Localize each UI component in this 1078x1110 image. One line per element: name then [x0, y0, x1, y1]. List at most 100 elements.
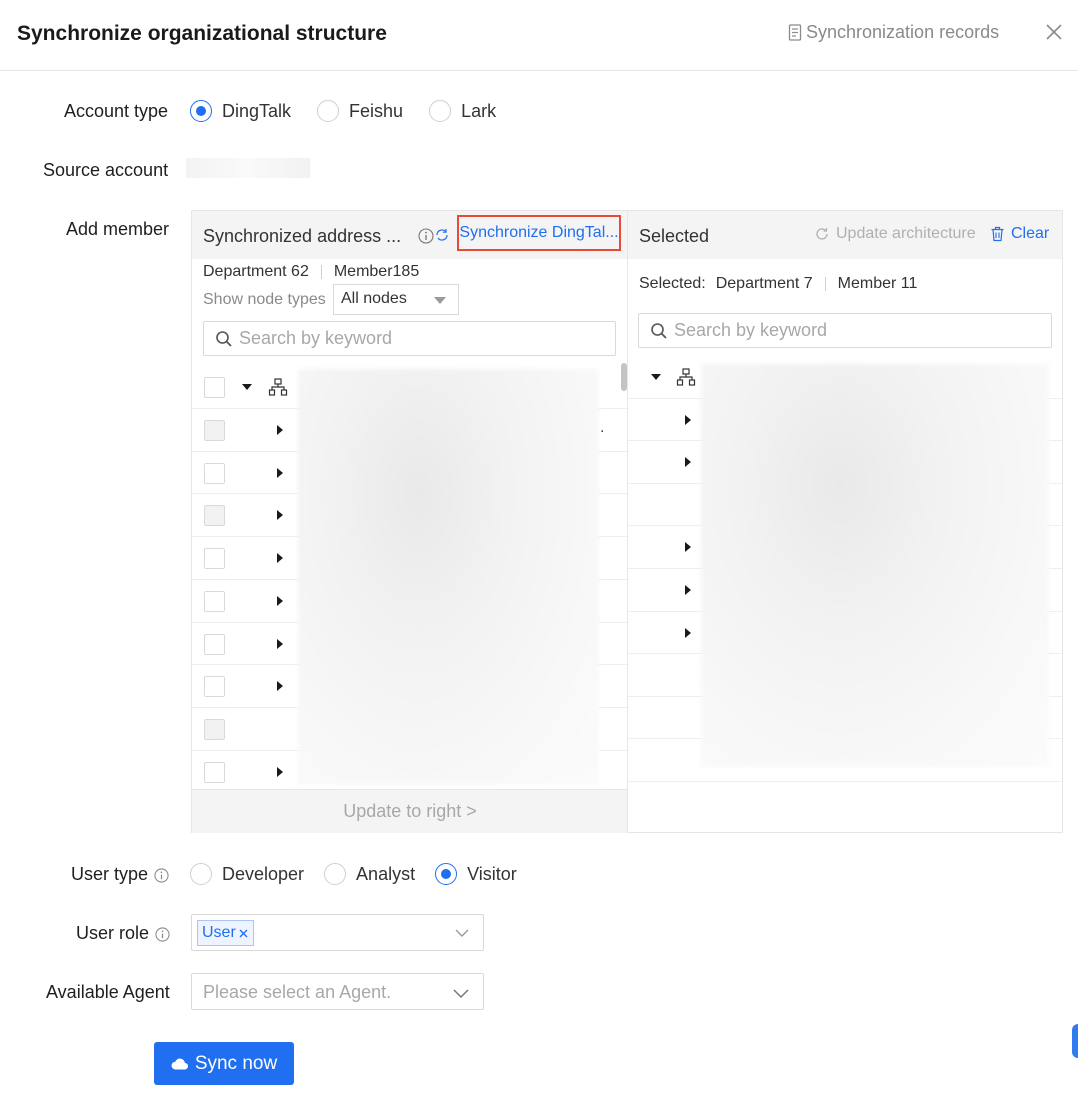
checkbox[interactable]	[204, 633, 225, 655]
radio-dingtalk[interactable]: DingTalk	[190, 100, 291, 122]
radio-developer[interactable]: Developer	[190, 863, 304, 885]
caret-down-icon[interactable]	[651, 374, 661, 380]
info-icon[interactable]	[154, 868, 169, 883]
checkbox[interactable]	[204, 719, 225, 740]
checkbox[interactable]	[204, 761, 225, 783]
row-trailing-mark: .	[600, 418, 605, 436]
sync-now-label: Sync now	[194, 1052, 278, 1074]
node-type-value: All nodes	[341, 290, 407, 307]
selected-panel: Selected Update architecture Clear Selec…	[627, 210, 1063, 833]
radio-visitor[interactable]: Visitor	[435, 863, 517, 885]
right-panel-title: Selected	[639, 226, 710, 246]
sync-icon	[436, 229, 448, 241]
show-node-types-label: Show node types	[203, 291, 326, 308]
caret-down-icon	[434, 297, 446, 304]
source-account-label: Source account	[43, 160, 169, 180]
refresh-icon	[816, 228, 828, 240]
caret-right-icon[interactable]	[277, 681, 283, 692]
right-search-placeholder: Search by keyword	[674, 320, 828, 340]
info-icon[interactable]	[155, 927, 170, 942]
update-to-right-button[interactable]: Update to right >	[192, 789, 628, 833]
caret-right-icon[interactable]	[277, 467, 283, 478]
radio-lark-label: Lark	[461, 100, 497, 121]
checkbox[interactable]	[204, 676, 225, 698]
left-search-placeholder: Search by keyword	[239, 328, 393, 348]
clear-button[interactable]: Clear	[990, 225, 1049, 243]
selected-label: Selected:	[639, 275, 706, 292]
synchronization-records-link[interactable]: Synchronization records	[788, 22, 999, 43]
search-icon	[216, 330, 232, 347]
radio-developer-label: Developer	[222, 863, 305, 884]
account-type-radio-group: DingTalk Feishu Lark	[190, 100, 496, 122]
right-panel-counts: Selected: Department 7 Member 11	[639, 275, 917, 293]
info-icon[interactable]	[418, 228, 434, 244]
node-type-select[interactable]: All nodes	[333, 284, 459, 315]
dialog-title: Synchronize organizational structure	[17, 22, 387, 45]
selected-member-count: Member 11	[837, 275, 918, 292]
dialog-header: Synchronize organizational structure Syn…	[0, 0, 1078, 71]
synchronization-records-label: Synchronization records	[806, 22, 1000, 42]
caret-down-icon[interactable]	[242, 384, 252, 390]
checkbox[interactable]	[204, 548, 225, 569]
caret-right-icon[interactable]	[685, 542, 691, 553]
available-agent-label: Available Agent	[46, 982, 170, 1002]
org-structure-icon	[268, 378, 288, 396]
caret-right-icon[interactable]	[277, 424, 283, 435]
user-type-label: User type	[71, 864, 169, 885]
caret-right-icon[interactable]	[685, 457, 691, 468]
caret-right-icon[interactable]	[685, 584, 691, 595]
available-agent-select[interactable]: Please select an Agent.	[191, 973, 484, 1010]
close-icon[interactable]	[1044, 22, 1064, 42]
user-role-label-text: User role	[76, 923, 150, 943]
checkbox[interactable]	[204, 462, 225, 484]
caret-right-icon[interactable]	[277, 766, 283, 777]
right-panel-header: Selected Update architecture Clear	[628, 211, 1062, 259]
chevron-down-icon	[455, 929, 469, 937]
user-role-tag: User	[197, 920, 254, 946]
member-count: Member185	[333, 263, 420, 280]
caret-right-icon[interactable]	[277, 510, 283, 521]
account-type-label: Account type	[64, 101, 169, 121]
update-architecture-button[interactable]: Update architecture	[814, 225, 976, 243]
radio-feishu[interactable]: Feishu	[317, 100, 403, 122]
checkbox[interactable]	[204, 505, 225, 527]
caret-right-icon[interactable]	[685, 414, 691, 425]
radio-lark-circle	[429, 100, 452, 122]
checkbox[interactable]	[204, 590, 225, 612]
sync-now-button[interactable]: Sync now	[154, 1042, 294, 1085]
radio-visitor-label: Visitor	[467, 863, 517, 884]
divider	[824, 277, 826, 291]
left-panel-header: Synchronized address ... Synchronize Din…	[192, 211, 628, 259]
update-architecture-label: Update architecture	[836, 225, 976, 242]
floating-help-bubble[interactable]	[1072, 1024, 1078, 1058]
caret-right-icon[interactable]	[685, 627, 691, 638]
clear-label: Clear	[1011, 225, 1050, 242]
radio-developer-circle	[190, 863, 212, 885]
radio-feishu-circle	[317, 100, 340, 122]
caret-right-icon[interactable]	[277, 553, 283, 563]
left-search-input[interactable]: Search by keyword	[203, 321, 616, 356]
close-icon[interactable]	[238, 928, 249, 939]
right-search-input[interactable]: Search by keyword	[638, 313, 1052, 348]
document-icon	[788, 24, 802, 41]
search-icon	[651, 322, 667, 339]
radio-visitor-circle	[435, 863, 458, 885]
left-panel-counts: Department 62 Member185	[203, 263, 419, 281]
synchronize-dingtalk-link[interactable]: Synchronize DingTal...	[457, 215, 621, 251]
radio-analyst[interactable]: Analyst	[324, 863, 415, 885]
caret-right-icon[interactable]	[277, 595, 283, 606]
checkbox[interactable]	[204, 377, 225, 398]
trash-icon	[991, 226, 1004, 242]
checkbox[interactable]	[204, 419, 225, 441]
user-type-label-text: User type	[71, 864, 149, 884]
radio-lark[interactable]: Lark	[429, 100, 496, 122]
add-member-label: Add member	[66, 219, 170, 239]
radio-feishu-label: Feishu	[349, 100, 404, 121]
caret-right-icon[interactable]	[277, 638, 283, 649]
radio-dingtalk-label: DingTalk	[222, 100, 292, 121]
radio-analyst-circle	[324, 863, 347, 885]
user-role-tag-label: User	[202, 924, 236, 941]
org-structure-icon	[676, 368, 696, 386]
user-role-select[interactable]: User	[191, 914, 484, 951]
user-role-label: User role	[76, 923, 170, 944]
